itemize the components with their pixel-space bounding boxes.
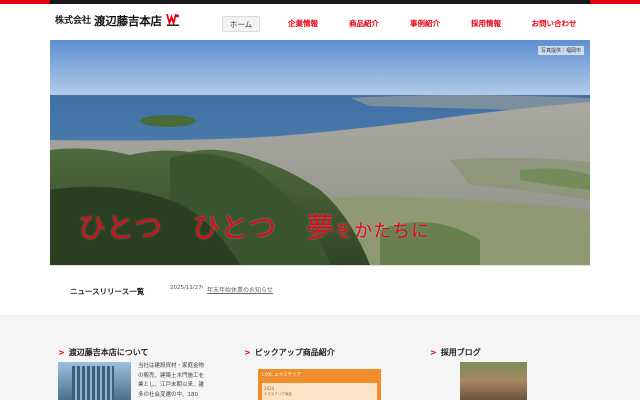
catch-part4: をかたちに (335, 221, 431, 242)
nav-company[interactable]: 企業情報 (285, 16, 321, 32)
catch-part1: ひとつ (78, 211, 164, 244)
chevron-right-icon: › (201, 284, 204, 291)
pickup-sub: 2024 (264, 386, 275, 391)
logo-prefix: 株式会社 (55, 16, 92, 26)
chevron-right-icon: > (58, 348, 65, 357)
hero-catchphrase: ひとつ ひとつ 夢をかたちに (78, 206, 430, 246)
blog-title: 採用ブログ (440, 348, 481, 357)
hero-banner: 写真提供｜福岡市 ひとつ ひとつ 夢をかたちに (50, 40, 590, 265)
photo-credit: 写真提供｜福岡市 (537, 46, 584, 55)
pickup-tag: LIXIL エクステリア (262, 373, 302, 378)
pickup-title: ピックアップ商品紹介 (254, 348, 335, 357)
w-logo-icon (165, 13, 180, 27)
catch-part3: 夢 (306, 211, 336, 244)
site-header: 株式会社 渡辺藤吉本店 ホーム 企業情報 商品紹介 事例紹介 採用情報 お問い合… (0, 4, 640, 40)
nav-home[interactable]: ホーム (222, 16, 260, 32)
news-section: ニュースリリース一覧 2025/11/27 › 年末年始休業のお知らせ (50, 265, 590, 315)
news-title[interactable]: ニュースリリース一覧 (70, 286, 144, 297)
nav-products[interactable]: 商品紹介 (346, 16, 382, 32)
news-link[interactable]: 年末年始休業のお知らせ (207, 285, 273, 294)
site-logo[interactable]: 株式会社 渡辺藤吉本店 (55, 13, 180, 28)
pickup-sub2: エクステリア商品 (264, 392, 292, 396)
about-text: 当社は建設資材・家庭金物の販売、建築土木門施工を業とし、江戸末期以来、雑多の社会… (138, 363, 205, 398)
pickup-product-image[interactable]: LIXIL エクステリア 2024 エクステリア商品 (258, 369, 381, 400)
pickup-heading[interactable]: > ピックアップ商品紹介 (244, 347, 335, 358)
global-nav: ホーム 企業情報 商品紹介 事例紹介 採用情報 お問い合わせ (222, 16, 579, 32)
blog-heading[interactable]: > 採用ブログ (430, 347, 481, 358)
nav-cases[interactable]: 事例紹介 (407, 16, 443, 32)
chevron-right-icon: > (430, 348, 437, 357)
blog-image[interactable] (460, 362, 527, 400)
news-date: 2025/11/27 (170, 285, 202, 291)
catch-part2: ひとつ (192, 211, 278, 244)
about-building-image[interactable] (58, 362, 131, 400)
chevron-right-icon: > (244, 348, 251, 357)
logo-name: 渡辺藤吉本店 (94, 14, 162, 28)
nav-recruit[interactable]: 採用情報 (468, 16, 504, 32)
about-heading[interactable]: > 渡辺藤吉本店について (58, 347, 148, 358)
about-title: 渡辺藤吉本店について (68, 348, 149, 357)
nav-contact[interactable]: お問い合わせ (529, 16, 579, 32)
